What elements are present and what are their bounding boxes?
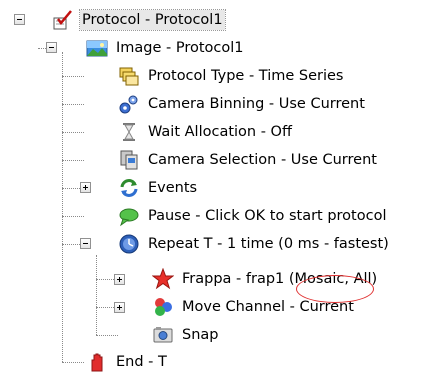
tree-node-label: Camera Selection - Use Current [148, 152, 377, 168]
tree-node-end-t[interactable]: End - T [86, 348, 169, 376]
tree-node-events[interactable]: Events [118, 174, 199, 202]
tree-connector [62, 216, 84, 217]
camera-stack-icon [118, 149, 140, 171]
camera-icon [152, 324, 174, 346]
rgb-circles-icon [152, 296, 174, 318]
tree-node-protocol-type[interactable]: Protocol Type - Time Series [118, 62, 345, 90]
collapse-toggle[interactable] [46, 42, 57, 53]
tree-connector [62, 104, 84, 105]
tree-node-label: Image - Protocol1 [116, 40, 244, 56]
tree-node-label: Events [148, 180, 198, 196]
stop-hand-icon [86, 351, 108, 373]
tree-connector [62, 362, 84, 363]
tree-node-snap[interactable]: Snap [152, 321, 220, 349]
tree-node-move-channel[interactable]: Move Channel - Current [152, 293, 356, 321]
protocol-tree: Protocol - Protocol1 Image - Protocol1 P… [0, 0, 433, 378]
tree-node-label: Pause - Click OK to start protocol [148, 208, 387, 224]
tree-node-label: Protocol - Protocol1 [79, 9, 226, 31]
star-icon [152, 268, 174, 290]
tree-connector [62, 52, 63, 362]
tree-node-repeat-t[interactable]: Repeat T - 1 time (0 ms - fastest) [118, 230, 391, 258]
collapse-toggle[interactable] [14, 14, 25, 25]
tree-node-frappa[interactable]: Frappa - frap1 (Mosaic, All) [152, 265, 379, 293]
tree-connector [62, 76, 84, 77]
refresh-arrows-icon [118, 177, 140, 199]
tree-node-camera-binning[interactable]: Camera Binning - Use Current [118, 90, 367, 118]
collapse-toggle[interactable] [80, 238, 91, 249]
tree-node-image[interactable]: Image - Protocol1 [86, 34, 246, 62]
tree-connector [62, 132, 84, 133]
tree-node-label: Protocol Type - Time Series [148, 68, 344, 84]
tree-connector [96, 335, 118, 336]
speech-bubble-icon [118, 205, 140, 227]
protocol-check-icon [52, 9, 74, 31]
gears-icon [118, 93, 140, 115]
tree-node-protocol[interactable]: Protocol - Protocol1 [52, 6, 226, 34]
tree-node-label: Move Channel - Current [182, 299, 354, 315]
tree-connector [62, 160, 84, 161]
tree-node-label: Camera Binning - Use Current [148, 96, 365, 112]
tree-node-label: Frappa - frap1 (Mosaic, All) [182, 271, 378, 287]
stack-folders-icon [118, 65, 140, 87]
clock-globe-icon [118, 233, 140, 255]
expand-toggle[interactable] [80, 182, 91, 193]
tree-node-label: End - T [116, 354, 167, 370]
tree-node-label: Repeat T - 1 time (0 ms - fastest) [148, 236, 389, 252]
image-landscape-icon [86, 37, 108, 59]
tree-node-pause[interactable]: Pause - Click OK to start protocol [118, 202, 388, 230]
expand-toggle[interactable] [114, 302, 125, 313]
hourglass-icon [118, 121, 140, 143]
tree-node-wait-allocation[interactable]: Wait Allocation - Off [118, 118, 294, 146]
tree-node-camera-selection[interactable]: Camera Selection - Use Current [118, 146, 379, 174]
tree-node-label: Snap [182, 327, 219, 343]
expand-toggle[interactable] [114, 274, 125, 285]
tree-node-label: Wait Allocation - Off [148, 124, 292, 140]
tree-connector [96, 255, 97, 335]
